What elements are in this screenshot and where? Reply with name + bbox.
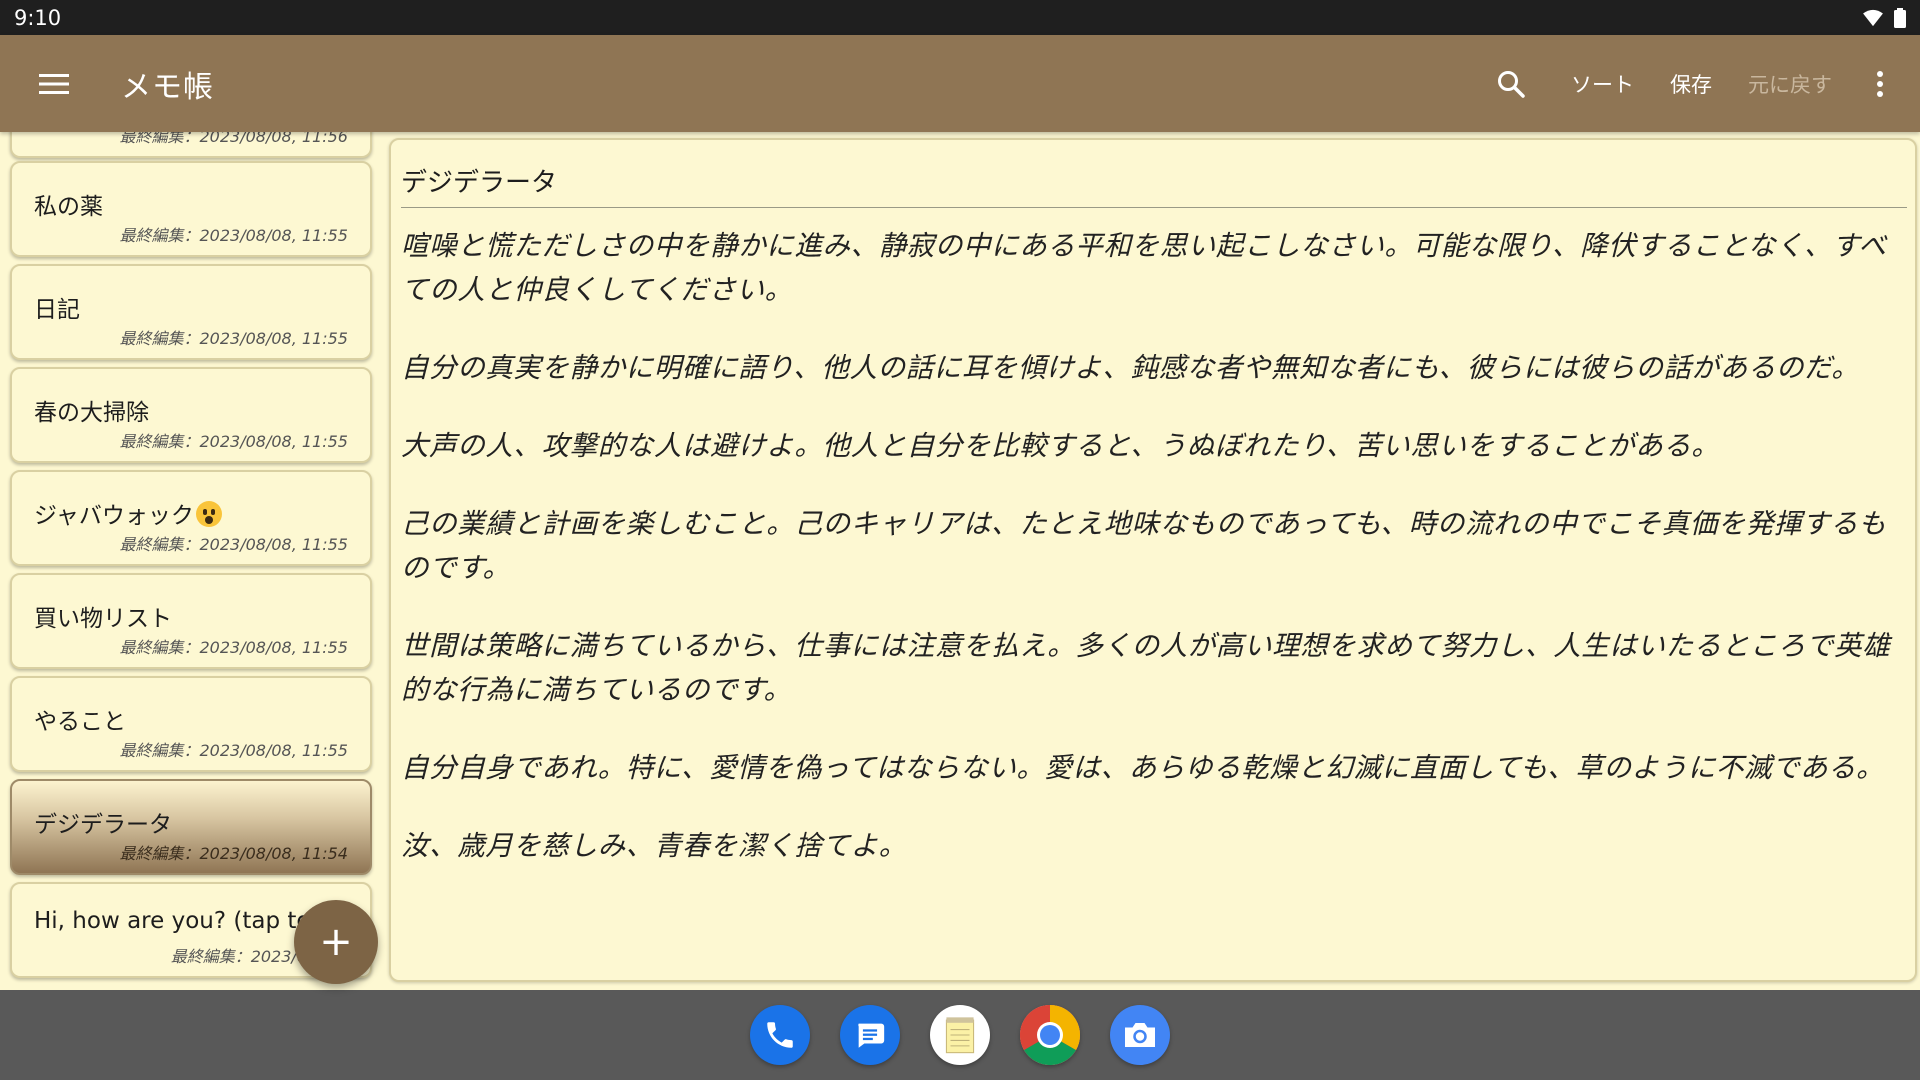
note-card-partial[interactable]: 最終編集：2023/08/08, 11:56: [10, 132, 372, 158]
note-paragraph: 世間は策略に満ちているから、仕事には注意を払え。多くの人が高い理想を求めて努力し…: [401, 630, 1891, 706]
app-bar: メモ帳 ソート 保存 元に戻す: [0, 35, 1920, 132]
plus-icon: +: [319, 919, 353, 965]
note-list[interactable]: 最終編集：2023/08/08, 11:56 私の薬 最終編集：2023/08/…: [0, 132, 384, 990]
phone-app[interactable]: [750, 1005, 810, 1065]
note-date: 最終編集：2023/08/08, 11:55: [119, 329, 348, 348]
note-paragraph: 己の業績と計画を楽しむこと。己のキャリアは、たとえ地味なものであっても、時の流れ…: [401, 508, 1887, 584]
note-card[interactable]: 春の大掃除 最終編集：2023/08/08, 11:55: [10, 367, 372, 463]
note-card[interactable]: ジャバウォック 最終編集：2023/08/08, 11:55: [10, 470, 372, 566]
notepad-app[interactable]: [930, 1005, 990, 1065]
wifi-icon: [1863, 9, 1883, 26]
app-actions: ソート 保存 元に戻す: [1475, 35, 1920, 132]
note-date: 最終編集：2023/08/08, 11:55: [119, 638, 348, 657]
camera-app[interactable]: [1110, 1005, 1170, 1065]
note-body[interactable]: 喧噪と慌ただしさの中を静かに進み、静寂の中にある平和を思い起こしなさい。可能な限…: [401, 208, 1907, 868]
note-date: 最終編集：2023/08/08, 11:54: [119, 844, 348, 863]
note-paragraph: 大声の人、攻撃的な人は避けよ。他人と自分を比較すると、うぬぼれたり、苦い思いをす…: [401, 430, 1720, 462]
note-date: 最終編集：2023/08/08, 11:55: [119, 226, 348, 245]
note-card[interactable]: 日記 最終編集：2023/08/08, 11:55: [10, 264, 372, 360]
note-paragraph: 自分自身であれ。特に、愛情を偽ってはならない。愛は、あらゆる乾燥と幻滅に直面して…: [401, 752, 1885, 784]
astonished-emoji-icon: [195, 501, 222, 527]
messages-app[interactable]: [840, 1005, 900, 1065]
sort-button[interactable]: ソート: [1553, 35, 1652, 132]
note-title: 私の薬: [34, 194, 103, 220]
menu-icon: [39, 73, 69, 94]
menu-button[interactable]: [25, 55, 83, 113]
note-title: 日記: [34, 297, 80, 323]
note-date: 最終編集：2023/08/08, 11:55: [119, 741, 348, 760]
search-icon: [1498, 70, 1525, 98]
note-title: Hi, how are you? (tap to o: [34, 908, 332, 934]
note-date: 最終編集：2023/08/08, 11:56: [119, 132, 348, 146]
note-title-text: ジャバウォック: [34, 503, 194, 529]
more-vert-icon: [1877, 70, 1883, 97]
battery-icon: [1894, 7, 1906, 28]
add-note-button[interactable]: +: [294, 900, 378, 984]
note-title: デジデラータ: [34, 812, 172, 838]
note-title-field[interactable]: デジデラータ: [401, 152, 1907, 208]
note-paragraph: 汝、歳月を慈しみ、青春を潔く捨てよ。: [401, 830, 907, 862]
messages-icon: [858, 1023, 885, 1048]
notepad-icon: [945, 1017, 975, 1054]
phone-icon: [767, 1022, 793, 1048]
note-date: 最終編集：2023/08/08, 11:55: [119, 432, 348, 451]
status-icons: [1862, 7, 1906, 28]
note-paragraph: 自分の真実を静かに明確に語り、他人の話に耳を傾けよ、鈍感な者や無知な者にも、彼ら…: [401, 352, 1860, 384]
note-card[interactable]: 買い物リスト 最終編集：2023/08/08, 11:55: [10, 573, 372, 669]
camera-icon: [1125, 1023, 1155, 1047]
note-paragraph: 喧噪と慌ただしさの中を静かに進み、静寂の中にある平和を思い起こしなさい。可能な限…: [401, 230, 1887, 306]
note-title: 春の大掃除: [34, 400, 149, 426]
note-card[interactable]: やること 最終編集：2023/08/08, 11:55: [10, 676, 372, 772]
note-date: 最終編集：2023/08/08, 11:55: [119, 535, 348, 554]
note-editor[interactable]: デジデラータ 喧噪と慌ただしさの中を静かに進み、静寂の中にある平和を思い起こしな…: [389, 138, 1917, 982]
note-card[interactable]: 私の薬 最終編集：2023/08/08, 11:55: [10, 161, 372, 257]
app-title: メモ帳: [121, 69, 214, 105]
undo-button[interactable]: 元に戻す: [1730, 35, 1850, 132]
note-title: ジャバウォック: [34, 496, 222, 530]
chrome-app[interactable]: [1020, 1005, 1080, 1065]
note-title: 買い物リスト: [34, 606, 172, 632]
search-button[interactable]: [1475, 35, 1547, 132]
app-dock: [0, 990, 1920, 1080]
note-title: やること: [34, 709, 126, 735]
status-time: 9:10: [14, 5, 62, 30]
note-card-selected[interactable]: デジデラータ 最終編集：2023/08/08, 11:54: [10, 779, 372, 875]
save-button[interactable]: 保存: [1652, 35, 1730, 132]
chrome-icon: [1020, 1005, 1080, 1065]
overflow-menu-button[interactable]: [1850, 35, 1910, 132]
status-bar: 9:10: [0, 0, 1920, 35]
